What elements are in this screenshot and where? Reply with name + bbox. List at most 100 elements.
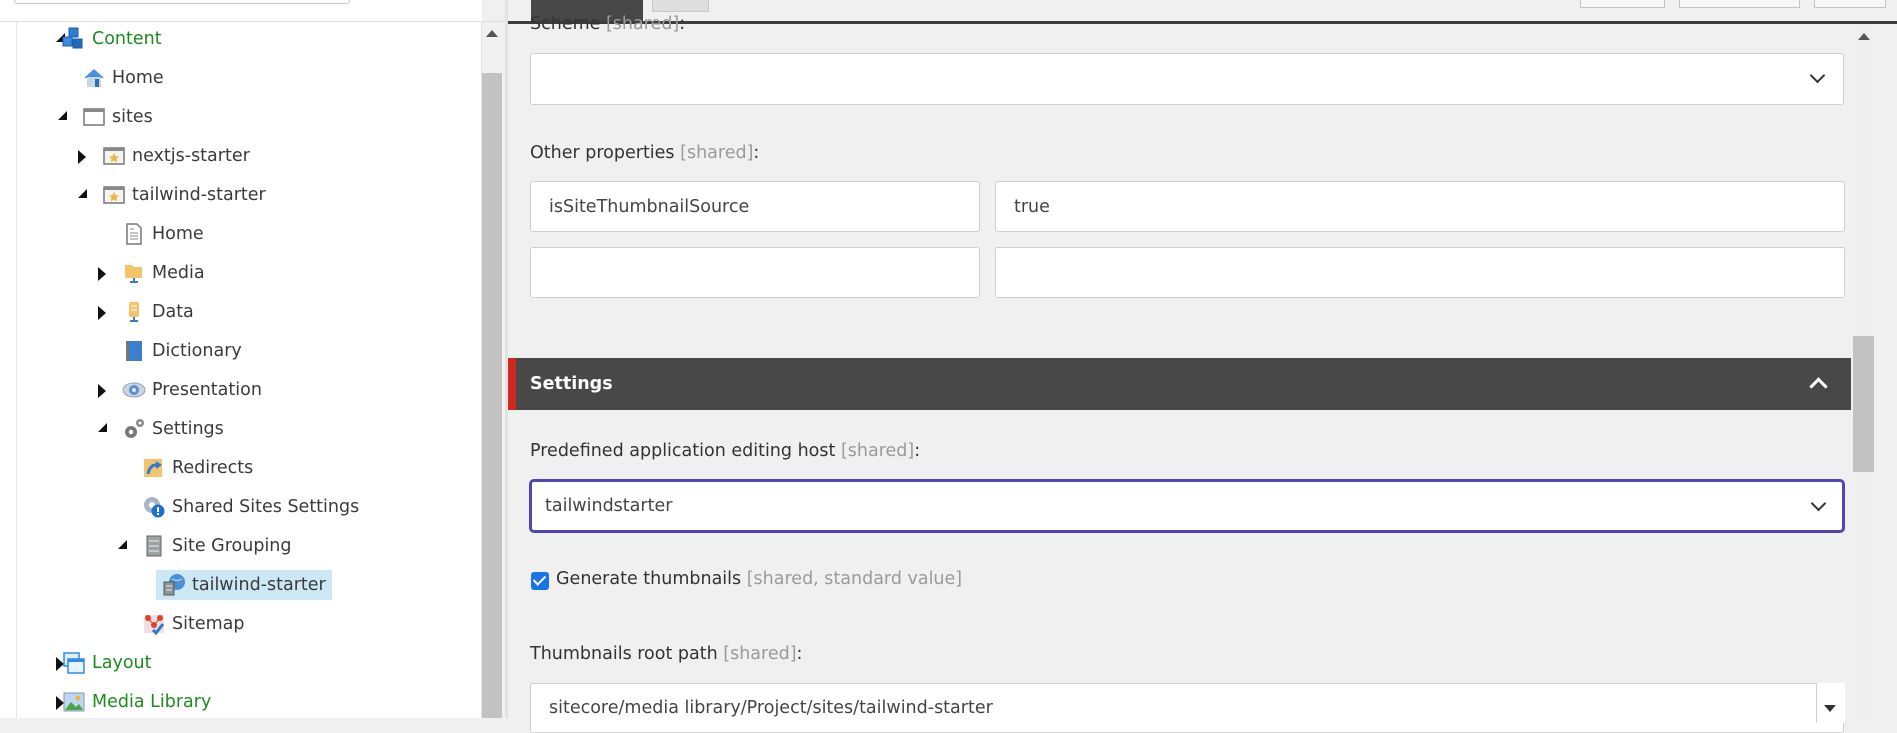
property-value-value: true [1014, 196, 1050, 217]
other-properties-label-text: Other properties [530, 143, 675, 163]
tree-item-label: Presentation [152, 380, 262, 400]
tree-item-label: Media [152, 263, 205, 283]
expand-open-arrow-icon[interactable] [118, 540, 127, 549]
expand-open-arrow-icon[interactable] [98, 423, 107, 432]
tree-item[interactable]: Media Library [62, 687, 211, 717]
scheme-label: Scheme [shared]: [530, 14, 685, 34]
chevron-down-icon [1809, 67, 1826, 84]
tree-item-label: Redirects [172, 458, 254, 478]
editor-scrollbar-thumb[interactable] [1853, 336, 1874, 472]
scheme-select[interactable] [530, 53, 1844, 105]
toolbar-button[interactable] [1580, 0, 1665, 8]
property-key-input[interactable]: isSiteThumbnailSource [530, 181, 980, 232]
media-folder-icon [122, 261, 146, 285]
site-globe-icon [162, 573, 186, 597]
settings-section-title: Settings [530, 374, 613, 394]
shared-hint: [shared] [605, 14, 680, 34]
redirect-icon [142, 456, 166, 480]
shared-standard-value-hint: [shared, standard value] [746, 569, 963, 589]
toolbar-button[interactable] [1679, 0, 1800, 8]
expand-closed-arrow-icon[interactable] [98, 306, 106, 320]
tree-item[interactable]: Media [122, 258, 205, 288]
tree-item-label: Home [152, 224, 204, 244]
tree-item[interactable]: Shared Sites Settings [142, 492, 359, 522]
tree-item[interactable]: Content [62, 24, 162, 54]
tree-item[interactable]: Sitemap [142, 609, 244, 639]
thumbnails-root-input[interactable]: sitecore/media library/Project/sites/tai… [530, 683, 1844, 733]
scroll-up-arrow-icon[interactable] [486, 30, 498, 37]
tree-scrollbar-thumb[interactable] [482, 73, 502, 718]
expand-open-arrow-icon[interactable] [58, 111, 67, 120]
expand-open-arrow-icon[interactable] [78, 189, 87, 198]
tree-item[interactable]: Home [122, 219, 204, 249]
expand-closed-arrow-icon[interactable] [98, 267, 106, 281]
site-star-icon [102, 183, 126, 207]
tree-item-label: tailwind-starter [132, 185, 266, 205]
site-grouping-icon [142, 534, 166, 558]
shared-hint: [shared] [680, 143, 754, 163]
tab-underline [508, 21, 1897, 24]
thumbnails-root-label-text: Thumbnails root path [530, 644, 718, 664]
generate-thumbnails-checkbox[interactable] [531, 572, 549, 590]
tree-item[interactable]: tailwind-starter [102, 180, 266, 210]
tree-item-label: Settings [152, 419, 224, 439]
tree-item[interactable]: Data [122, 297, 194, 327]
generate-thumbnails-label-text: Generate thumbnails [556, 569, 742, 589]
tree-item-label: Layout [92, 653, 152, 673]
editing-host-label-text: Predefined application editing host [530, 441, 836, 461]
divider [0, 21, 505, 22]
media-library-image-icon [62, 690, 86, 714]
tree-item[interactable]: Redirects [142, 453, 253, 483]
property-value-input[interactable]: true [995, 181, 1845, 232]
other-properties-label: Other properties [shared]: [530, 143, 759, 163]
chevron-down-icon [1810, 495, 1827, 512]
site-star-icon [102, 144, 126, 168]
window-folder-icon [82, 105, 106, 129]
tree-item[interactable]: Home [82, 63, 164, 93]
dictionary-book-icon [122, 339, 146, 363]
scroll-up-arrow-icon[interactable] [1858, 33, 1870, 40]
tree-item[interactable]: Settings [122, 414, 224, 444]
content-cubes-icon [62, 27, 86, 51]
thumbnails-root-value: sitecore/media library/Project/sites/tai… [549, 698, 993, 718]
tree-search-input[interactable] [14, 0, 350, 4]
generate-thumbnails-label: Generate thumbnails [shared, standard va… [556, 569, 962, 589]
expand-closed-arrow-icon[interactable] [98, 384, 106, 398]
toolbar-button[interactable] [1814, 0, 1886, 8]
tree-item-label: Content [92, 29, 162, 49]
home-house-icon [82, 66, 106, 90]
property-key-value: isSiteThumbnailSource [549, 196, 750, 217]
editing-host-select[interactable]: tailwindstarter [529, 479, 1845, 533]
property-value-input[interactable] [995, 247, 1845, 298]
shared-hint: [shared] [840, 441, 915, 461]
presentation-eye-icon [122, 378, 146, 402]
label-colon: : [796, 644, 803, 664]
tree-item[interactable]: nextjs-starter [102, 141, 250, 171]
property-key-input[interactable] [530, 247, 980, 298]
sitemap-icon [142, 612, 166, 636]
tree-item[interactable]: sites [82, 102, 153, 132]
tree-item-label: Shared Sites Settings [172, 497, 360, 517]
settings-section-header[interactable] [508, 358, 1851, 410]
dropdown-arrow-icon [1824, 705, 1836, 712]
tree-item-label: sites [112, 107, 153, 127]
tree-item-label: Sitemap [172, 614, 245, 634]
label-colon: : [679, 14, 686, 34]
tree-item[interactable]: Site Grouping [142, 531, 292, 561]
label-colon: : [914, 441, 921, 461]
tree-item[interactable]: Dictionary [122, 336, 242, 366]
tree-item-label: nextjs-starter [132, 146, 250, 166]
tree-item-label: Dictionary [152, 341, 242, 361]
scheme-label-text: Scheme [530, 14, 601, 34]
shared-hint: [shared] [723, 644, 797, 664]
tree-item-label: Data [152, 302, 194, 322]
section-accent-stripe [508, 358, 516, 410]
tree-item[interactable]: Layout [62, 648, 152, 678]
tree-item-label: Site Grouping [172, 536, 292, 556]
tree-item[interactable]: Presentation [122, 375, 262, 405]
thumbnails-root-dropdown-button[interactable] [1816, 683, 1845, 723]
expand-closed-arrow-icon[interactable] [78, 150, 86, 164]
tree-item[interactable]: tailwind-starter [156, 570, 332, 600]
editor-tab[interactable] [652, 0, 709, 12]
tree-item-label: Media Library [92, 692, 212, 712]
